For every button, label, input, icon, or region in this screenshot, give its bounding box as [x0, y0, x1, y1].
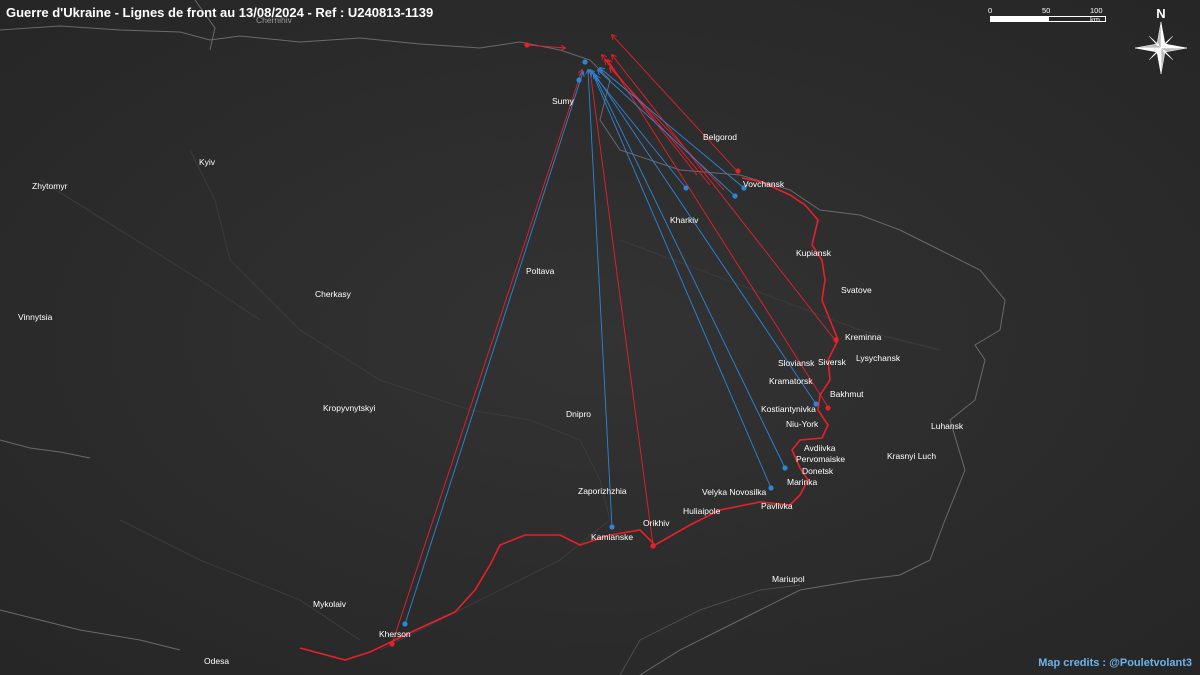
city-label-kyiv: Kyiv [199, 157, 216, 167]
city-label-kupiansk: Kupiansk [796, 248, 831, 258]
point-ukraine[interactable] [683, 185, 689, 191]
scale-segment-2 [1048, 16, 1106, 22]
city-label-vinnytsia: Vinnytsia [18, 312, 53, 322]
city-label-velyka-novosilka: Velyka Novosilka [702, 487, 767, 497]
city-label-kharkiv: Kharkiv [670, 215, 699, 225]
point-ukraine[interactable] [782, 465, 788, 471]
point-ukraine[interactable] [402, 621, 408, 627]
city-label-bakhmut: Bakhmut [830, 389, 864, 399]
scale-segment-1 [990, 16, 1048, 22]
map-layer [0, 0, 1200, 675]
city-label-huliaipole: Huliaipole [683, 506, 721, 516]
city-label-mariupol: Mariupol [772, 574, 805, 584]
city-label-avdiivka: Avdiivka [804, 443, 836, 453]
city-label-niu-york: Niu-York [786, 419, 819, 429]
city-label-vovchansk: Vovchansk [743, 179, 785, 189]
point-russia[interactable] [650, 543, 656, 549]
point-russia[interactable] [833, 337, 839, 343]
city-label-lysychansk: Lysychansk [856, 353, 901, 363]
city-label-luhansk: Luhansk [931, 421, 964, 431]
city-label-pervomaiske: Pervomaiske [796, 454, 846, 464]
city-label-kropyvnytskyi: Kropyvnytskyi [323, 403, 376, 413]
point-russia[interactable] [735, 168, 741, 174]
point-ukraine[interactable] [582, 59, 588, 65]
map-background [0, 0, 1200, 675]
city-label-siversk: Siversk [818, 357, 846, 367]
city-label-donetsk: Donetsk [802, 466, 834, 476]
city-label-cherkasy: Cherkasy [315, 289, 351, 299]
scale-label-50: 50 [1042, 6, 1051, 15]
city-label-poltava: Poltava [526, 266, 555, 276]
map-credits: Map credits : @Pouletvolant3 [1038, 657, 1192, 669]
city-label-krasnyi-luch: Krasnyi Luch [887, 451, 937, 461]
point-ukraine[interactable] [576, 77, 582, 83]
city-label-kreminna: Kreminna [845, 332, 882, 342]
scale-label-0: 0 [988, 6, 993, 15]
point-ukraine[interactable] [609, 524, 615, 530]
point-russia[interactable] [524, 42, 530, 48]
map-canvas[interactable]: Guerre d'Ukraine - Lignes de front au 13… [0, 0, 1200, 675]
city-label-kramatorsk: Kramatorsk [769, 376, 813, 386]
compass: N [1130, 6, 1192, 76]
point-ukraine[interactable] [732, 193, 738, 199]
city-label-belgorod: Belgorod [703, 132, 738, 142]
city-label-kostiantynivka: Kostiantynivka [761, 404, 816, 414]
city-label-orikhiv: Orikhiv [643, 518, 670, 528]
point-russia[interactable] [825, 405, 831, 411]
point-russia[interactable] [389, 641, 395, 647]
city-label-zaporizhzhia: Zaporizhzhia [578, 486, 627, 496]
city-label-pavlivka: Pavlivka [761, 501, 793, 511]
compass-rose-icon [1134, 21, 1188, 75]
point-ukraine[interactable] [768, 485, 774, 491]
city-label-sumy: Sumy [552, 96, 574, 106]
map-title: Guerre d'Ukraine - Lignes de front au 13… [6, 5, 434, 20]
city-label-mykolaiv: Mykolaiv [313, 599, 347, 609]
city-label-odesa: Odesa [204, 656, 230, 666]
city-label-svatove: Svatove [841, 285, 872, 295]
city-label-chernihiv: Chernihiv [256, 15, 292, 25]
city-label-dnipro: Dnipro [566, 409, 592, 419]
city-label-kamianske: Kamianske [591, 532, 634, 542]
city-label-kherson: Kherson [379, 629, 411, 639]
city-label-marinka: Marinka [787, 477, 818, 487]
city-label-sloviansk: Sloviansk [778, 358, 815, 368]
scale-bar: 0 50 100 km [988, 6, 1108, 26]
city-label-zhytomyr: Zhytomyr [32, 181, 68, 191]
